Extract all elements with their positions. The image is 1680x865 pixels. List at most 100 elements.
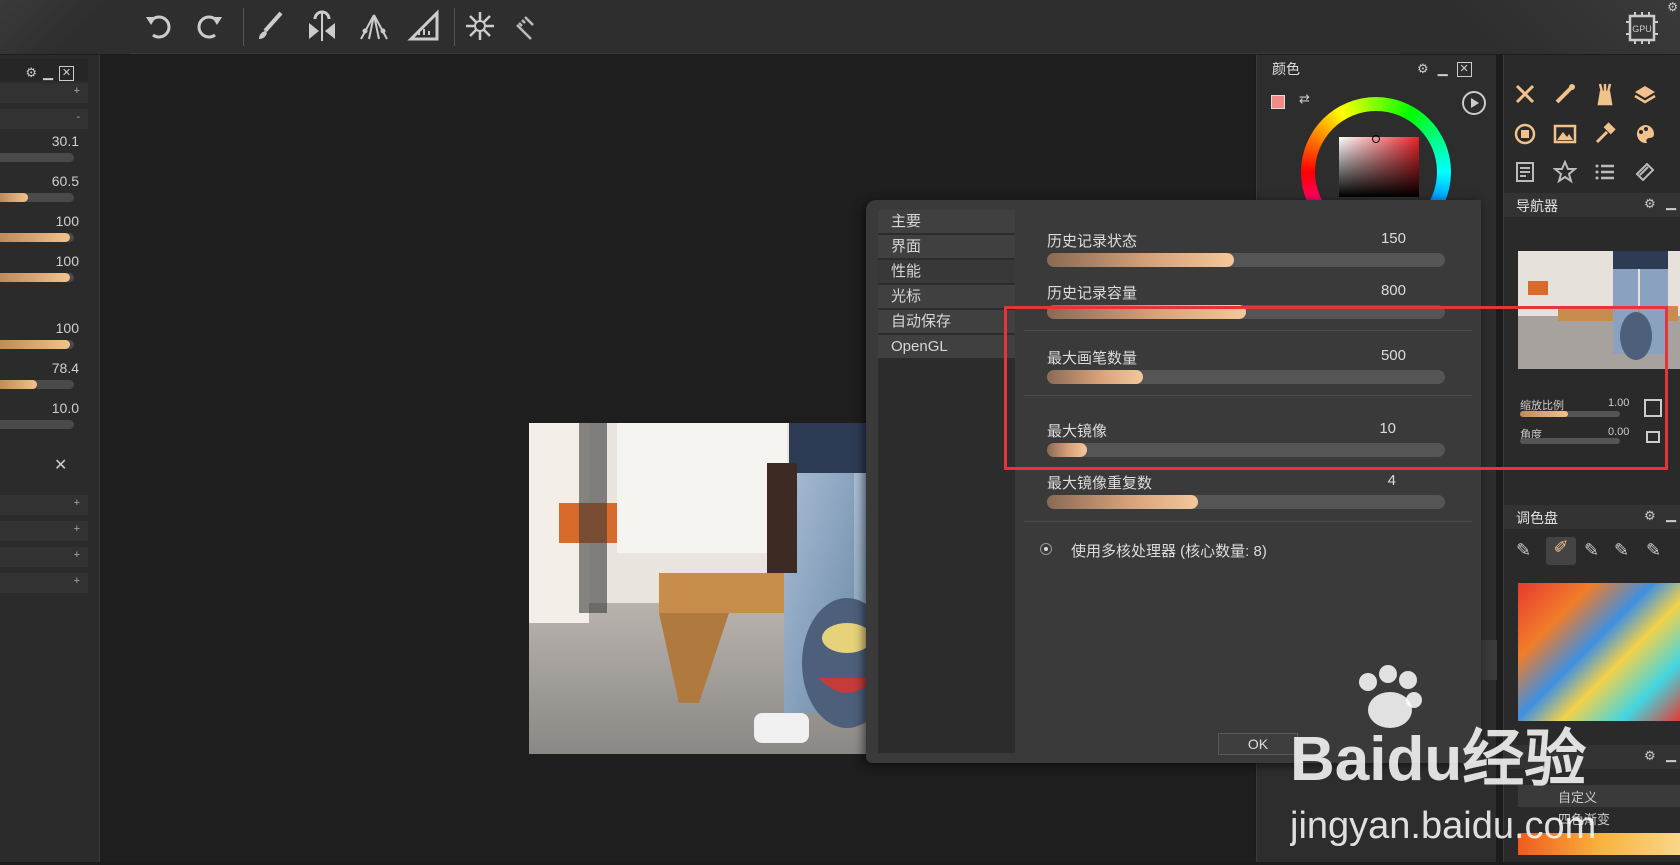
preferences-nav: 主要 界面 性能 光标 自动保存 OpenGL xyxy=(878,210,1015,753)
foreground-color-swatch[interactable] xyxy=(1271,95,1285,109)
max-mirror-repeats-label: 最大镜像重复数 xyxy=(1047,475,1153,492)
slider-fill xyxy=(1047,495,1199,509)
fan-brush-icon[interactable]: ✎ xyxy=(1584,540,1599,561)
slider-fill xyxy=(0,380,37,389)
toolbar-divider xyxy=(243,8,244,46)
slider-track[interactable] xyxy=(0,273,74,282)
slider-value: 100 xyxy=(55,320,79,336)
nav-item-autosave[interactable]: 自动保存 xyxy=(878,310,1015,334)
section-row[interactable]: - xyxy=(0,109,88,129)
tools-icon[interactable] xyxy=(1510,79,1540,109)
gradient-select[interactable]: 自定义 xyxy=(1518,785,1680,807)
close-icon[interactable]: ✕ xyxy=(59,65,74,81)
gear-icon[interactable]: ⚙ xyxy=(1644,196,1656,212)
brush-library-icon[interactable] xyxy=(1590,79,1620,109)
section-row[interactable]: + xyxy=(0,547,88,567)
image-icon[interactable] xyxy=(1550,119,1580,149)
flat-brush-icon[interactable]: ✐ xyxy=(1546,537,1576,565)
collapse-icon[interactable]: - xyxy=(76,111,80,123)
section-row[interactable]: + xyxy=(0,83,88,103)
brush-settings-icon[interactable] xyxy=(1550,79,1580,109)
expand-icon[interactable]: + xyxy=(74,549,80,561)
slider-value: 100 xyxy=(55,213,79,229)
color-picker-cursor[interactable] xyxy=(1372,135,1380,143)
slider-value: 30.1 xyxy=(51,133,79,149)
minimize-icon[interactable]: ▁ xyxy=(43,65,53,81)
swap-colors-icon[interactable]: ⇄ xyxy=(1299,91,1310,107)
slider-value: 78.4 xyxy=(51,360,79,376)
star-icon[interactable] xyxy=(1550,157,1580,187)
notes-icon[interactable] xyxy=(1510,157,1540,187)
expand-icon[interactable]: + xyxy=(74,575,80,587)
history-states-slider[interactable] xyxy=(1047,253,1445,267)
perspective-icon[interactable] xyxy=(354,6,394,46)
layers-icon[interactable] xyxy=(1630,79,1660,109)
expand-icon[interactable]: + xyxy=(74,523,80,535)
history-capacity-value: 800 xyxy=(1380,282,1406,299)
brush-icon[interactable] xyxy=(250,6,290,46)
brush-stroke-icon[interactable] xyxy=(1630,157,1660,187)
hammer-icon[interactable] xyxy=(1590,119,1620,149)
nav-item-performance[interactable]: 性能 xyxy=(878,260,1015,284)
toolbar-decoration-left xyxy=(0,0,130,54)
multicore-radio[interactable] xyxy=(1040,543,1052,555)
slider-track[interactable] xyxy=(0,420,74,429)
max-mirror-repeats-slider[interactable] xyxy=(1047,495,1445,509)
preferences-dialog: 主要 界面 性能 光标 自动保存 OpenGL 历史记录状态 150 历史记录容… xyxy=(866,200,1481,763)
stop-icon[interactable] xyxy=(1510,119,1540,149)
saturation-value-square[interactable] xyxy=(1339,137,1419,197)
panel-header: ⚙ ▁ ✕ xyxy=(0,59,88,81)
gradient-swatch[interactable] xyxy=(1518,833,1680,855)
undo-icon[interactable] xyxy=(140,6,180,46)
slider-track[interactable] xyxy=(0,380,74,389)
play-icon[interactable] xyxy=(1462,91,1486,115)
palette-canvas[interactable] xyxy=(1518,583,1680,721)
gradient-option: 自定义 xyxy=(1558,790,1598,805)
nav-item-main[interactable]: 主要 xyxy=(878,210,1015,234)
gear-icon[interactable]: ⚙ xyxy=(25,65,37,81)
minimize-icon[interactable]: ▁ xyxy=(1438,61,1448,77)
slider-fill xyxy=(0,340,71,349)
gear-icon[interactable]: ⚙ xyxy=(1644,508,1656,524)
measure-icon[interactable] xyxy=(506,6,546,46)
tools-icon[interactable]: ✕ xyxy=(54,455,67,475)
nav-item-opengl[interactable]: OpenGL xyxy=(878,335,1015,359)
knife-icon[interactable]: ✎ xyxy=(1614,540,1629,561)
palette-icon[interactable] xyxy=(1630,119,1660,149)
mandala-icon[interactable] xyxy=(460,6,500,46)
gear-icon[interactable]: ⚙ xyxy=(1667,0,1678,14)
redo-icon[interactable] xyxy=(188,6,228,46)
slider-track[interactable] xyxy=(0,340,74,349)
expand-icon[interactable]: + xyxy=(74,497,80,509)
eraser-icon[interactable]: ✎ xyxy=(1646,540,1661,561)
expand-icon[interactable]: + xyxy=(74,85,80,97)
slider-value: 60.5 xyxy=(51,173,79,189)
panel-title: 调色盘 xyxy=(1516,510,1558,526)
symmetry-icon[interactable] xyxy=(302,6,342,46)
toolbar-divider xyxy=(454,8,455,46)
gradient-item[interactable]: 四色渐变 xyxy=(1518,807,1680,829)
slider-track[interactable] xyxy=(0,153,74,162)
ok-button[interactable]: OK xyxy=(1218,733,1298,755)
close-icon[interactable]: ✕ xyxy=(1456,61,1472,77)
brush-icon[interactable]: ✎ xyxy=(1516,540,1531,561)
minimize-icon[interactable]: ▁ xyxy=(1666,747,1676,763)
slider-track[interactable] xyxy=(0,193,74,202)
top-toolbar: GPU ⚙ xyxy=(0,0,1680,54)
section-row[interactable]: + xyxy=(0,495,88,515)
nav-item-cursor[interactable]: 光标 xyxy=(878,285,1015,309)
gpu-icon[interactable]: GPU xyxy=(1624,10,1660,46)
slider-track[interactable] xyxy=(0,233,74,242)
history-capacity-label: 历史记录容量 xyxy=(1047,285,1138,302)
slider-fill xyxy=(1047,253,1235,267)
palette-header: 调色盘 ⚙ ▁ xyxy=(1504,505,1680,529)
section-row[interactable]: + xyxy=(0,521,88,541)
section-row[interactable]: + xyxy=(0,573,88,593)
minimize-icon[interactable]: ▁ xyxy=(1666,507,1676,523)
ruler-icon[interactable] xyxy=(404,6,444,46)
nav-item-interface[interactable]: 界面 xyxy=(878,235,1015,259)
minimize-icon[interactable]: ▁ xyxy=(1666,195,1676,211)
gear-icon[interactable]: ⚙ xyxy=(1644,748,1656,764)
gear-icon[interactable]: ⚙ xyxy=(1417,61,1429,77)
list-icon[interactable] xyxy=(1590,157,1620,187)
